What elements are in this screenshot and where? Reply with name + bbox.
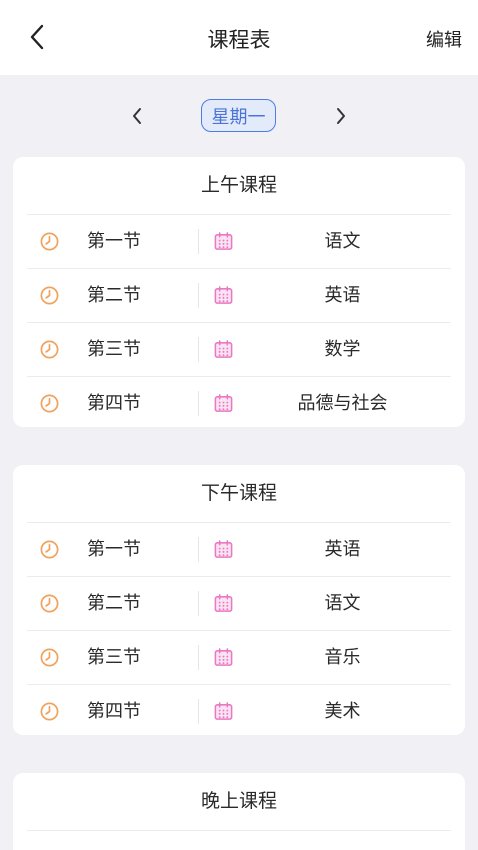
course-row[interactable]: 第四节 美术 (27, 685, 451, 735)
period-label: 第二节 (87, 593, 141, 614)
afternoon-courses-card: 下午课程 第一节 英语 第二节 语文 第三节 音乐 第四节 美术 (13, 465, 465, 735)
clock-icon (40, 540, 59, 559)
period-label: 第一节 (87, 231, 141, 252)
clock-icon (40, 286, 59, 305)
subject-label: 英语 (324, 539, 361, 560)
next-day-button[interactable] (326, 101, 356, 131)
column-divider (198, 591, 199, 616)
calendar-icon (214, 648, 233, 666)
nav-bar: 课程表 编辑 (0, 0, 478, 75)
chevron-right-icon (337, 108, 345, 124)
course-row[interactable]: 第三节 数学 (27, 323, 451, 377)
clock-icon (40, 340, 59, 359)
section-title: 晚上课程 (27, 773, 451, 831)
course-row[interactable]: 第一节 语文 (27, 215, 451, 269)
period-label: 第三节 (87, 339, 141, 360)
day-switcher: 星期一 (0, 97, 478, 135)
subject-label: 英语 (324, 285, 361, 306)
period-label: 第一节 (87, 539, 141, 560)
calendar-icon (214, 702, 233, 720)
column-divider (198, 337, 199, 362)
calendar-icon (214, 286, 233, 304)
course-row[interactable]: 第四节 品德与社会 (27, 377, 451, 427)
subject-label: 音乐 (324, 647, 361, 668)
course-row[interactable]: 第二节 英语 (27, 269, 451, 323)
column-divider (198, 391, 199, 416)
calendar-icon (214, 340, 233, 358)
clock-icon (40, 232, 59, 251)
calendar-icon (214, 540, 233, 558)
clock-icon (40, 394, 59, 413)
page-title: 课程表 (207, 28, 271, 52)
current-day-badge[interactable]: 星期一 (201, 99, 276, 132)
period-label: 第二节 (87, 285, 141, 306)
section-title: 下午课程 (27, 465, 451, 523)
subject-label: 语文 (324, 231, 361, 252)
column-divider (198, 645, 199, 670)
prev-day-button[interactable] (122, 101, 152, 131)
evening-courses-card: 晚上课程 (13, 773, 465, 850)
column-divider (198, 229, 199, 254)
subject-label: 语文 (324, 593, 361, 614)
period-label: 第三节 (87, 647, 141, 668)
course-row[interactable]: 第三节 音乐 (27, 631, 451, 685)
course-row[interactable]: 第二节 语文 (27, 577, 451, 631)
period-label: 第四节 (87, 701, 141, 722)
course-row[interactable]: 第一节 英语 (27, 523, 451, 577)
period-label: 第四节 (87, 393, 141, 414)
chevron-left-icon (133, 108, 141, 124)
column-divider (198, 699, 199, 724)
calendar-icon (214, 394, 233, 412)
calendar-icon (214, 594, 233, 612)
calendar-icon (214, 232, 233, 250)
subject-label: 数学 (324, 339, 361, 360)
clock-icon (40, 594, 59, 613)
clock-icon (40, 702, 59, 721)
section-title: 上午课程 (27, 157, 451, 215)
clock-icon (40, 648, 59, 667)
edit-button[interactable]: 编辑 (426, 26, 462, 52)
subject-label: 美术 (324, 701, 361, 722)
column-divider (198, 537, 199, 562)
morning-courses-card: 上午课程 第一节 语文 第二节 英语 第三节 数学 第四节 品德与社会 (13, 157, 465, 427)
column-divider (198, 283, 199, 308)
subject-label: 品德与社会 (297, 393, 388, 414)
